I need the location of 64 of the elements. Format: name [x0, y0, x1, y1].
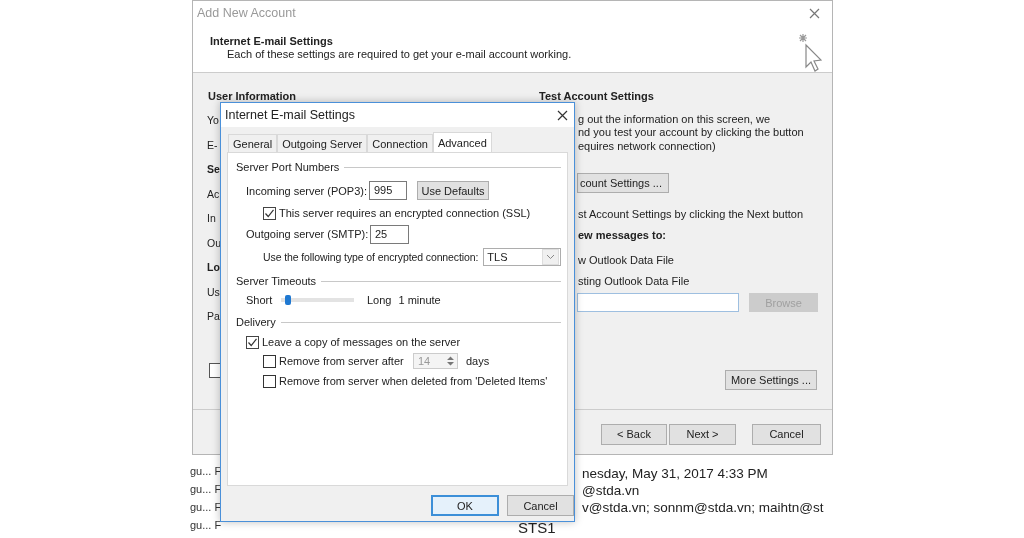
checkbox-label: Leave a copy of messages on the server: [262, 336, 461, 348]
chevron-down-icon[interactable]: [542, 249, 559, 265]
window-title: Add New Account: [197, 6, 296, 20]
section-heading: Lo: [207, 260, 221, 275]
field-label: In: [207, 211, 217, 226]
unit-label: days: [466, 355, 490, 367]
port-field[interactable]: 25: [370, 224, 409, 244]
checkbox[interactable]: [246, 335, 259, 349]
message-header-line: v@stda.vn; sonnm@stda.vn; maihtn@st: [582, 499, 824, 516]
test-settings-button[interactable]: count Settings ...: [577, 173, 669, 193]
slider-thumb[interactable]: [285, 295, 292, 305]
section-title: Internet E-mail Settings: [210, 35, 334, 47]
message-header-line: nesday, May 31, 2017 4:33 PM: [582, 465, 769, 482]
wizard-button[interactable]: < Back: [601, 423, 667, 445]
field-label: E-: [207, 137, 219, 153]
description-line: g out the information on this screen, we: [578, 113, 770, 125]
tab[interactable]: Advanced: [432, 132, 492, 152]
wizard-button[interactable]: Next >: [669, 423, 736, 445]
file-path-field[interactable]: [577, 293, 739, 312]
field-label: Use the following type of encrypted connection:: [263, 251, 479, 263]
slider-label: Short: [246, 294, 274, 306]
description-line: equires network connection): [578, 140, 716, 152]
dialog-button[interactable]: OK: [431, 495, 499, 516]
checkbox-label: This server requires an encrypted connection (SSL): [279, 207, 531, 219]
field-label: Pa: [207, 309, 221, 324]
option-label[interactable]: w Outlook Data File: [578, 254, 674, 266]
group-label: Server Timeouts: [236, 275, 317, 287]
tab[interactable]: General: [228, 134, 278, 152]
section-heading: Se: [207, 162, 221, 177]
field-label: Yo: [207, 113, 220, 128]
field-label: Incoming server (POP3):: [246, 184, 369, 197]
group-label: Delivery: [236, 316, 276, 328]
description-line: nd you test your account by clicking the button: [578, 126, 804, 138]
message-header-line: @stda.vn: [582, 482, 641, 499]
group-label: Server Port Numbers: [236, 161, 340, 173]
wizard-button[interactable]: Cancel: [752, 423, 821, 445]
use-defaults-button[interactable]: Use Defaults: [417, 181, 489, 200]
message-subject: STS1: [518, 520, 556, 536]
section-heading: ew messages to:: [578, 229, 667, 241]
field-label: Us: [207, 284, 221, 300]
port-field[interactable]: 995: [369, 181, 407, 200]
section-heading: User Information: [208, 90, 296, 102]
hint-text: st Account Settings by clicking the Next button: [578, 208, 803, 220]
more-settings-button[interactable]: More Settings ...: [725, 370, 817, 390]
option-label[interactable]: sting Outlook Data File: [578, 275, 690, 287]
dialog-title: Internet E-mail Settings: [225, 108, 355, 122]
tab[interactable]: Outgoing Server: [277, 134, 368, 152]
timeout-value: 1 minute: [398, 294, 441, 306]
encryption-dropdown[interactable]: TLS: [483, 248, 561, 266]
checkbox[interactable]: [263, 354, 276, 368]
section-heading: Test Account Settings: [539, 90, 654, 102]
checkbox[interactable]: [263, 374, 276, 388]
checkbox-label: Remove from server when deleted from 'Deleted Items': [279, 375, 548, 387]
section-subtitle: Each of these settings are required to get your e-mail account working.: [227, 48, 572, 60]
checkbox[interactable]: [209, 363, 220, 378]
dialog-button[interactable]: Cancel: [507, 495, 574, 516]
field-label: Outgoing server (SMTP):: [246, 228, 370, 240]
slider-label: Long: [367, 294, 392, 306]
field-label: Ou: [207, 235, 221, 251]
field-label: Ac: [207, 186, 221, 202]
close-icon[interactable]: [557, 109, 568, 121]
checkbox[interactable]: [263, 206, 276, 220]
checkbox-label: Remove from server after: [279, 355, 405, 367]
tab[interactable]: Connection: [367, 134, 433, 152]
